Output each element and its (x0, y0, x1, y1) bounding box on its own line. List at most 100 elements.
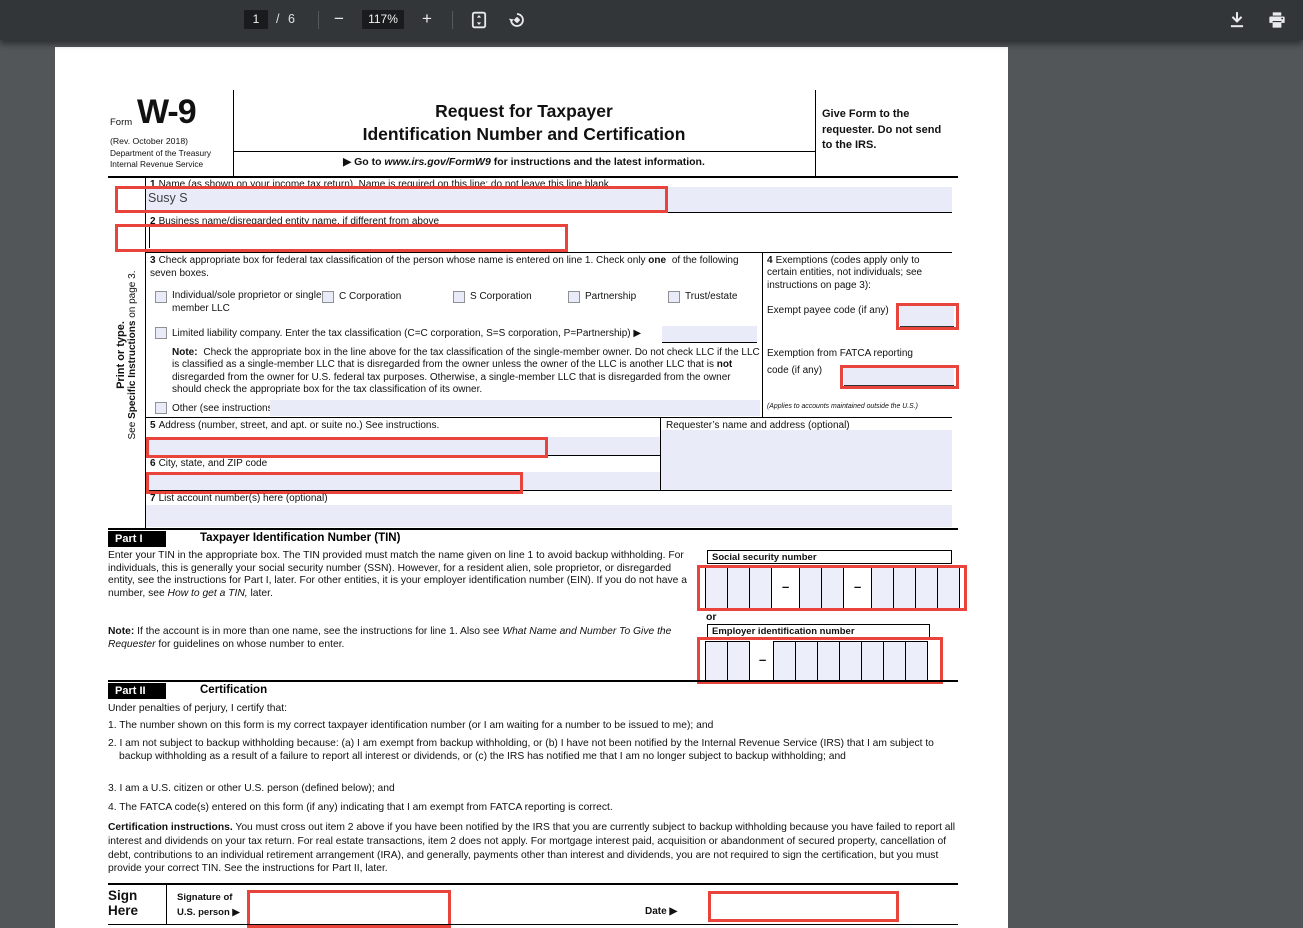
date-label: Date ▶ (645, 906, 678, 917)
city-state-zip-highlight (146, 472, 523, 494)
line2-rule (145, 252, 952, 253)
fatca-field-highlight (840, 365, 959, 389)
llc-label: Limited liability company. Enter the tax… (172, 328, 642, 339)
signature-field[interactable] (247, 890, 451, 928)
form-title-line2: Identification Number and Certification (362, 124, 686, 144)
goto-url: www.irs.gov/FormW9 (384, 156, 491, 168)
line3-note-bold: Note: (172, 347, 198, 358)
page-number-input[interactable]: 1 (244, 10, 268, 29)
line3-number: 3 (150, 255, 156, 266)
line4-label: Exemptions (codes apply only to certain … (767, 255, 923, 291)
sign-divider (166, 885, 167, 925)
business-name-field-highlight (115, 224, 568, 252)
form-title-line1: Request for Taxpayer (435, 101, 613, 121)
certification-item-4: 4. The FATCA code(s) entered on this for… (108, 802, 613, 813)
zoom-out-button[interactable]: − (326, 6, 352, 32)
line7-number: 7 (150, 493, 156, 504)
date-field[interactable] (708, 891, 899, 922)
cert-instructions-bold: Certification instructions. (108, 822, 233, 833)
form-number: W-9 (137, 93, 197, 131)
sign-bottom-rule (108, 924, 958, 925)
line4-divider (762, 252, 763, 417)
line6-label: City, state, and ZIP code (158, 458, 268, 469)
checkbox-s-corporation[interactable] (453, 291, 465, 303)
line3-note-b: disregarded from the owner for U.S. fede… (172, 371, 731, 396)
line3-note-bold2: not (716, 359, 733, 371)
cert-instructions-text: You must cross out item 2 above if you h… (108, 822, 956, 875)
sign-top-rule (108, 883, 958, 885)
form-irs: Internal Revenue Service (110, 159, 204, 169)
fatca-label-1: Exemption from FATCA reporting (767, 348, 913, 359)
ein-label-box: Employer identification number (707, 624, 930, 638)
print-or-type-line: Print or type. (114, 321, 127, 389)
address-field-highlight (146, 437, 548, 458)
header-bottom-rule (108, 176, 958, 178)
side-note-bold: Specific Instructions (126, 320, 138, 419)
line4-bottom-rule (145, 417, 952, 418)
goto-suffix: for instructions and the latest informat… (490, 156, 705, 168)
line5-label: Address (number, street, and apt. or sui… (158, 420, 440, 431)
line5-number: 5 (150, 420, 156, 431)
ssn-label-box: Social security number (707, 550, 952, 564)
side-note-pre: See (126, 418, 138, 440)
certification-intro: Under penalties of perjury, I certify th… (108, 703, 287, 714)
certification-item-3: 3. I am a U.S. citizen or other U.S. per… (108, 783, 395, 794)
checkbox-individual-label: Individual/sole proprietor or single-mem… (172, 290, 325, 314)
checkbox-other[interactable] (155, 402, 167, 414)
llc-classification-field[interactable] (662, 326, 757, 343)
checkbox-trust-estate-label: Trust/estate (685, 291, 738, 302)
fit-page-icon[interactable] (470, 11, 488, 29)
header-rule (233, 151, 815, 152)
part1-paragraph-italic: How to get a TIN, (167, 587, 248, 599)
part1-note-b: for guidelines on whose number to enter. (155, 638, 345, 650)
line7-label: List account number(s) here (optional) (158, 493, 328, 504)
line3-label-pre: Check appropriate box for federal tax cl… (158, 255, 649, 266)
page-total: 6 (288, 12, 295, 26)
checkbox-partnership[interactable] (568, 291, 580, 303)
or-label: or (706, 611, 717, 623)
checkbox-s-corporation-label: S Corporation (470, 291, 532, 302)
form-word: Form (110, 117, 133, 128)
here-word: Here (108, 903, 139, 918)
side-note-post: on page 3. (126, 270, 138, 321)
header-divider (815, 90, 816, 176)
line3-note-a: Check the appropriate box in the line ab… (172, 347, 760, 371)
give-form-note: Give Form to the requester. Do not send … (822, 108, 942, 151)
checkbox-llc[interactable] (155, 327, 167, 339)
account-numbers-field[interactable] (146, 505, 952, 527)
requester-field[interactable] (661, 430, 952, 490)
part1-badge: Part I (108, 531, 166, 547)
print-or-type-note: Print or type. See Specific Instructions… (108, 240, 145, 470)
sign-word: Sign (108, 888, 138, 903)
ein-highlight (697, 637, 943, 684)
toolbar-divider (452, 11, 453, 29)
goto-line: ▶ Go to www.irs.gov/FormW9 for instructi… (233, 156, 815, 168)
sign-here-label: Sign Here (108, 888, 138, 918)
goto-prefix: ▶ Go to (343, 156, 385, 168)
certification-item-2: 2. I am not subject to backup withholdin… (108, 738, 934, 762)
name-field-highlight (115, 186, 668, 213)
checkbox-c-corporation[interactable] (322, 291, 334, 303)
part1-title: Taxpayer Identification Number (TIN) (200, 532, 401, 544)
zoom-level[interactable]: 117% (362, 10, 404, 29)
checkbox-trust-estate[interactable] (668, 291, 680, 303)
part1-note-a: If the account is in more than one name,… (134, 626, 503, 637)
part1-note-bold: Note: (108, 626, 135, 637)
exempt-payee-highlight (896, 303, 959, 330)
checkbox-individual[interactable] (155, 291, 167, 303)
download-icon[interactable] (1228, 11, 1246, 29)
pdf-toolbar: 1 / 6 − 117% + (0, 0, 1303, 40)
form-title: Request for Taxpayer Identification Numb… (233, 100, 815, 146)
rotate-icon[interactable] (508, 11, 526, 29)
print-icon[interactable] (1268, 11, 1286, 29)
line4-number: 4 (767, 255, 773, 266)
other-field[interactable] (270, 400, 760, 416)
part2-title: Certification (200, 684, 268, 696)
part2-top-rule (108, 680, 958, 682)
requester-bottom-rule (660, 490, 952, 491)
checkbox-partnership-label: Partnership (585, 291, 637, 302)
pdf-viewer: 1 / 6 − 117% + Form W-9 (Rev. October 20… (0, 0, 1303, 928)
zoom-in-button[interactable]: + (414, 6, 440, 32)
signature-label-2: U.S. person ▶ (177, 907, 240, 918)
applies-note: (Applies to accounts maintained outside … (767, 403, 918, 410)
